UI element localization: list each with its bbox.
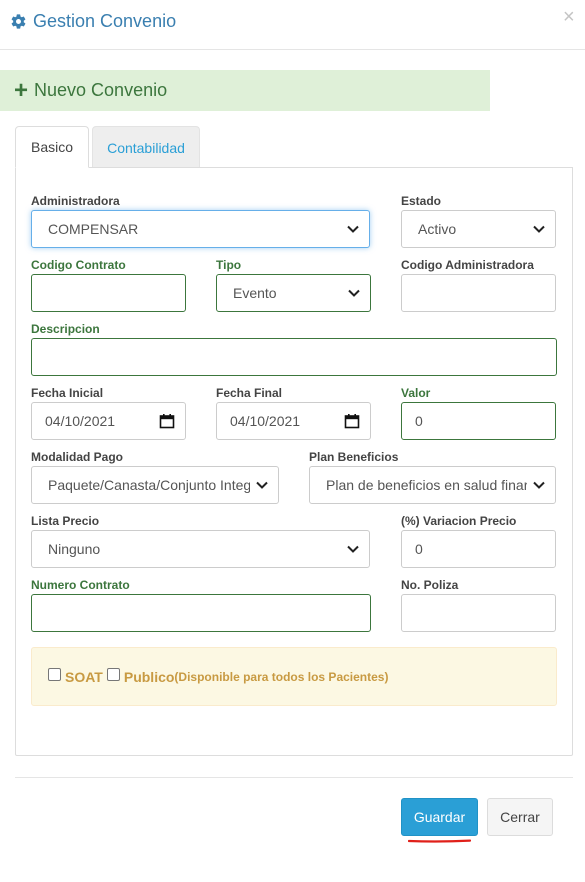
chevron-down-icon	[347, 225, 359, 233]
estado-label: Estado	[401, 194, 442, 208]
soat-checkbox[interactable]	[48, 668, 61, 681]
soat-label: SOAT	[65, 668, 103, 685]
tab-contabilidad[interactable]: Contabilidad	[92, 126, 200, 168]
calendar-icon[interactable]	[159, 413, 175, 429]
header-divider	[0, 49, 585, 50]
tab-basico[interactable]: Basico	[15, 126, 89, 168]
codigo-administradora-label: Codigo Administradora	[401, 258, 534, 272]
variacion-precio-value: 0	[415, 541, 423, 557]
variacion-precio-input[interactable]: 0	[401, 530, 556, 568]
close-button[interactable]: Cerrar	[487, 798, 553, 836]
modalidad-pago-label: Modalidad Pago	[31, 450, 124, 464]
descripcion-label: Descripcion	[31, 322, 100, 336]
estado-select[interactable]: Activo	[401, 210, 556, 248]
options-alert: SOAT Publico (Disponible para todos los …	[31, 647, 557, 706]
chevron-down-icon	[533, 225, 545, 233]
administradora-value: COMPENSAR	[48, 221, 139, 237]
no-poliza-input[interactable]	[401, 594, 556, 632]
numero-contrato-label: Numero Contrato	[31, 578, 130, 592]
valor-label: Valor	[401, 386, 431, 400]
footer-divider	[15, 777, 573, 778]
no-poliza-label: No. Poliza	[401, 578, 459, 592]
administradora-label: Administradora	[31, 194, 120, 208]
lista-precio-select[interactable]: Ninguno	[31, 530, 370, 568]
estado-value: Activo	[418, 221, 457, 237]
codigo-administradora-input[interactable]	[401, 274, 556, 312]
modal-title: Gestion Convenio	[10, 9, 176, 33]
descripcion-input[interactable]	[31, 338, 557, 376]
tipo-select[interactable]: Evento	[216, 274, 371, 312]
plan-beneficios-value: Plan de beneficios en salud finar	[326, 477, 527, 493]
banner-label: Nuevo Convenio	[34, 80, 168, 100]
publico-label: Publico	[123, 668, 175, 685]
lista-precio-label: Lista Precio	[31, 514, 100, 528]
tipo-label: Tipo	[216, 258, 242, 272]
plan-beneficios-select[interactable]: Plan de beneficios en salud finar	[309, 466, 556, 504]
chevron-down-icon	[533, 481, 545, 489]
modalidad-pago-select[interactable]: Paquete/Canasta/Conjunto Integ	[31, 466, 279, 504]
valor-input[interactable]: 0	[401, 402, 556, 440]
plus-icon: +	[14, 76, 29, 104]
fecha-inicial-label: Fecha Inicial	[31, 386, 104, 400]
red-underline-annotation	[408, 839, 471, 843]
close-icon[interactable]: ×	[563, 7, 575, 27]
codigo-contrato-label: Codigo Contrato	[31, 258, 126, 272]
fecha-final-value: 04/10/2021	[230, 413, 301, 429]
variacion-precio-label: (%) Variacion Precio	[401, 514, 517, 528]
fecha-inicial-input[interactable]: 04/10/2021	[31, 402, 186, 440]
calendar-icon[interactable]	[344, 413, 360, 429]
chevron-down-icon	[348, 289, 360, 297]
publico-checkbox[interactable]	[106, 668, 120, 681]
new-convenio-banner: + Nuevo Convenio	[0, 70, 490, 111]
plan-beneficios-label: Plan Beneficios	[309, 450, 399, 464]
modalidad-pago-value: Paquete/Canasta/Conjunto Integ	[48, 477, 250, 493]
gear-icon	[10, 13, 27, 30]
modal-title-text: Gestion Convenio	[33, 10, 177, 31]
administradora-select[interactable]: COMPENSAR	[31, 210, 370, 248]
tipo-value: Evento	[233, 285, 277, 301]
lista-precio-value: Ninguno	[48, 541, 101, 557]
publico-note: (Disponible para todos los Pacientes)	[174, 669, 389, 684]
codigo-contrato-input[interactable]	[31, 274, 186, 312]
fecha-final-label: Fecha Final	[216, 386, 283, 400]
save-button[interactable]: Guardar	[401, 798, 478, 836]
valor-value: 0	[415, 413, 423, 429]
chevron-down-icon	[347, 545, 359, 553]
fecha-final-input[interactable]: 04/10/2021	[216, 402, 371, 440]
numero-contrato-input[interactable]	[31, 594, 371, 632]
chevron-down-icon	[256, 481, 268, 489]
fecha-inicial-value: 04/10/2021	[45, 413, 116, 429]
